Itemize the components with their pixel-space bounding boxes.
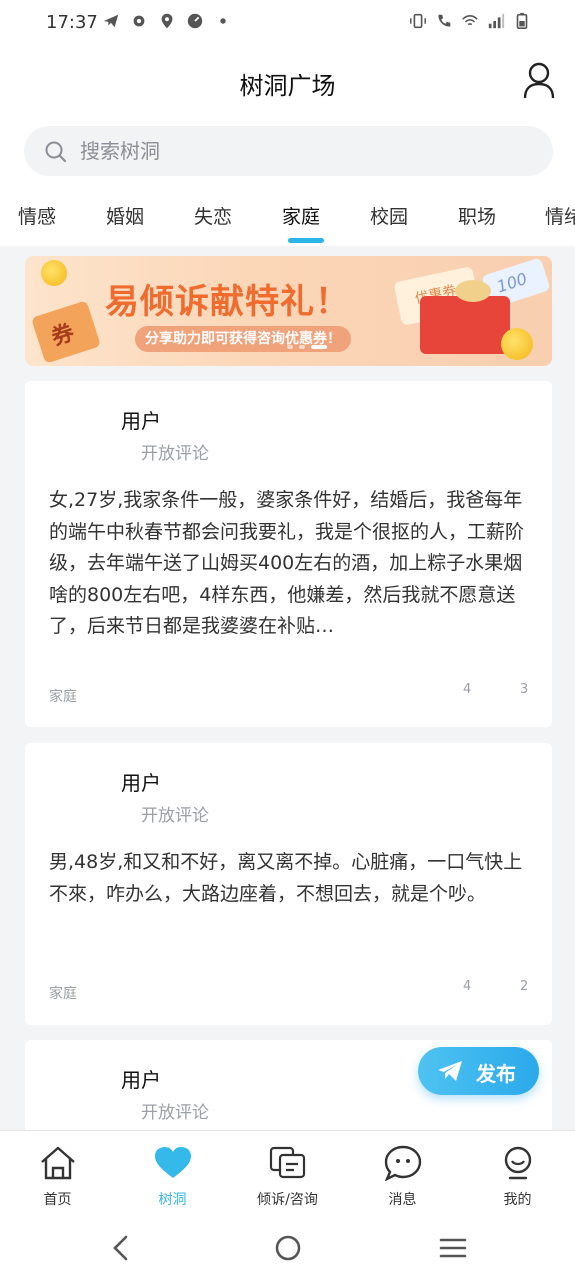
location-icon bbox=[161, 13, 173, 29]
banner-title: 易倾诉献特礼！ bbox=[105, 282, 350, 322]
publish-button[interactable]: 发布 bbox=[418, 1047, 539, 1095]
vibrate-icon bbox=[410, 13, 426, 29]
post-tag: 家庭 bbox=[49, 986, 77, 1002]
coin-icon bbox=[501, 328, 533, 360]
post-card[interactable]: 用户 开放评论 男,48岁,和又和不好，离又离不掉。心脏痛，一口气快上不來，咋办… bbox=[25, 743, 552, 1025]
tab-emotion[interactable]: 情感 bbox=[18, 202, 56, 229]
home-icon bbox=[41, 1146, 75, 1180]
speedometer-icon bbox=[187, 13, 203, 29]
tabbar-label: 倾诉/咨询 bbox=[257, 1192, 318, 1208]
wifi-icon bbox=[462, 15, 478, 26]
tabbar-item-me[interactable]: 我的 bbox=[460, 1131, 575, 1215]
chat-card-icon bbox=[269, 1146, 306, 1179]
search-icon bbox=[45, 141, 67, 163]
publish-label: 发布 bbox=[476, 1062, 516, 1086]
tabbar-label: 首页 bbox=[43, 1192, 72, 1208]
home-button-icon[interactable] bbox=[272, 1232, 304, 1264]
bottom-tabbar: 首页 树洞 倾诉/咨询 消息 我的 bbox=[0, 1130, 575, 1214]
heart-icon bbox=[155, 1147, 191, 1178]
page-title: 树洞广场 bbox=[239, 72, 336, 100]
post-content: 男,48岁,和又和不好，离又离不掉。心脏痛，一口气快上不來，咋办么，大路边座着，… bbox=[49, 851, 523, 905]
search-bar[interactable] bbox=[24, 126, 553, 176]
post-username: 用户 bbox=[121, 1068, 161, 1092]
settings-icon bbox=[133, 15, 145, 27]
promo-banner[interactable]: 券 易倾诉献特礼！ 分享助力即可获得咨询优惠券！ 优惠券 100 bbox=[25, 256, 552, 366]
message-bubble-icon bbox=[384, 1145, 422, 1181]
post-tag: 家庭 bbox=[49, 689, 77, 705]
telegram-icon bbox=[103, 14, 119, 28]
tabbar-label: 我的 bbox=[503, 1192, 532, 1208]
post-username: 用户 bbox=[121, 771, 161, 795]
system-navigation-bar bbox=[0, 1214, 575, 1280]
send-icon bbox=[438, 1061, 462, 1081]
tab-campus[interactable]: 校园 bbox=[370, 202, 408, 229]
post-stat: 4 bbox=[463, 682, 472, 697]
comment-status: 开放评论 bbox=[141, 1103, 209, 1123]
post-content: 女,27岁,我家条件一般，婆家条件好，结婚后，我爸每年的端午中秋春节都会问我要礼… bbox=[49, 489, 525, 637]
post-stat: 3 bbox=[520, 682, 529, 697]
tab-mood[interactable]: 情绪 bbox=[545, 202, 575, 229]
post-card[interactable]: 用户 开放评论 女,27岁,我家条件一般，婆家条件好，结婚后，我爸每年的端午中秋… bbox=[25, 381, 552, 727]
comment-status: 开放评论 bbox=[141, 444, 209, 464]
back-icon[interactable] bbox=[106, 1232, 138, 1264]
post-username: 用户 bbox=[121, 409, 161, 433]
post-stat: 2 bbox=[520, 979, 529, 994]
coin-icon bbox=[41, 260, 67, 286]
search-input[interactable] bbox=[80, 126, 520, 176]
smile-face-icon bbox=[504, 1146, 532, 1180]
post-stat: 4 bbox=[463, 979, 472, 994]
tabbar-item-treehole[interactable]: 树洞 bbox=[115, 1131, 230, 1215]
battery-icon bbox=[516, 12, 528, 30]
wifi-call-icon bbox=[438, 14, 451, 27]
status-bar: 17:37 bbox=[0, 0, 575, 48]
tabbar-label: 消息 bbox=[388, 1192, 417, 1208]
profile-icon[interactable] bbox=[521, 60, 557, 100]
tabbar-item-messages[interactable]: 消息 bbox=[345, 1131, 460, 1215]
active-tab-indicator bbox=[288, 238, 324, 243]
status-time: 17:37 bbox=[46, 12, 98, 33]
pagination-dot-active bbox=[311, 345, 327, 349]
tab-workplace[interactable]: 职场 bbox=[458, 202, 496, 229]
tabbar-label: 树洞 bbox=[158, 1192, 187, 1208]
banner-pagination bbox=[287, 345, 327, 349]
gift-bow-icon bbox=[455, 280, 491, 302]
pagination-dot bbox=[287, 345, 293, 349]
tabbar-item-home[interactable]: 首页 bbox=[0, 1131, 115, 1215]
comment-status: 开放评论 bbox=[141, 806, 209, 826]
signal-icon bbox=[488, 13, 505, 29]
pagination-dot bbox=[299, 345, 305, 349]
coupon-icon: 券 bbox=[31, 300, 101, 364]
tabbar-item-consult[interactable]: 倾诉/咨询 bbox=[230, 1131, 345, 1215]
tab-breakup[interactable]: 失恋 bbox=[194, 202, 232, 229]
gift-box-icon bbox=[420, 296, 510, 354]
tab-family[interactable]: 家庭 bbox=[282, 202, 320, 229]
notification-dot-icon bbox=[220, 18, 226, 24]
header: 树洞广场 bbox=[0, 48, 575, 116]
tab-marriage[interactable]: 婚姻 bbox=[106, 202, 144, 229]
menu-icon[interactable] bbox=[437, 1232, 469, 1264]
category-tabs: 情感 婚姻 失恋 家庭 校园 职场 情绪 bbox=[0, 188, 575, 246]
